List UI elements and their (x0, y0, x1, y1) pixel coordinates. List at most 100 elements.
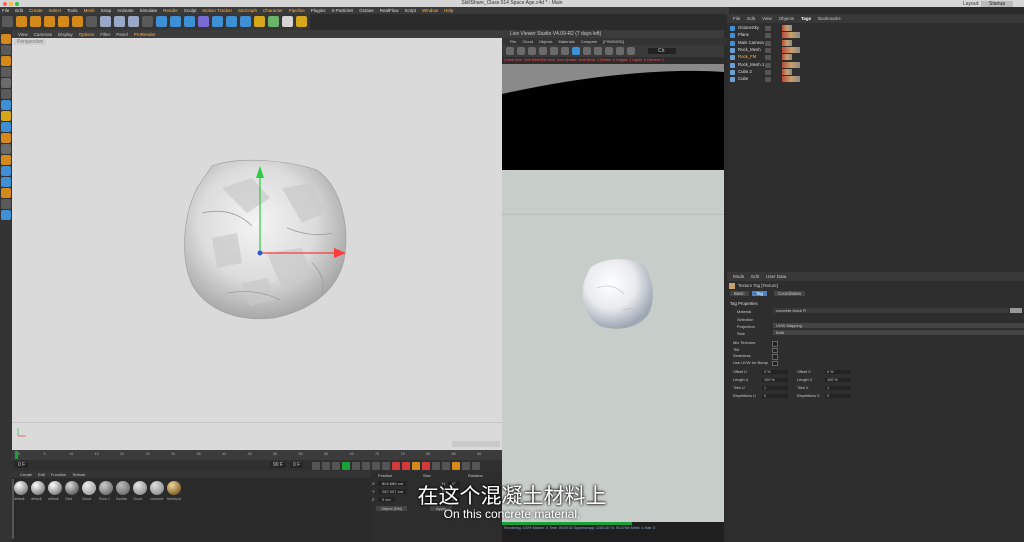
live-viewer-tool-5-icon[interactable] (561, 47, 569, 55)
live-viewer-zoom-dropdown[interactable]: Clr. (648, 48, 676, 54)
menu-render[interactable]: Render (163, 8, 178, 13)
visibility-dots[interactable] (765, 77, 771, 83)
menu-window[interactable]: Window (422, 8, 438, 13)
object-row-cube[interactable]: Cube (727, 76, 1024, 83)
undo-icon[interactable] (2, 16, 13, 27)
live-viewer-tool-1-icon[interactable] (517, 47, 525, 55)
prev-frame-icon[interactable] (332, 461, 340, 470)
object-row-rock-mesh[interactable]: Rock_Mesh (727, 46, 1024, 54)
attr-menu-edit[interactable]: Edit (751, 274, 759, 279)
menu-simulate[interactable]: Simulate (140, 8, 158, 13)
viewport-menu-filter[interactable]: Filter (100, 32, 110, 37)
left-tool-6-icon[interactable] (1, 100, 11, 110)
checkbox[interactable] (772, 347, 778, 353)
objects-menu-view[interactable]: View (762, 16, 772, 21)
object-row-rock-mesh-1[interactable]: Rock_Mesh.1 (727, 61, 1024, 69)
tag-icons[interactable] (782, 39, 792, 46)
attr-value-field[interactable]: 0 % (825, 370, 851, 374)
visibility-dots[interactable] (765, 26, 771, 31)
left-tool-11-icon[interactable] (1, 155, 11, 165)
menu-select[interactable]: Select (49, 8, 62, 13)
bulb-icon[interactable] (296, 16, 307, 27)
checkbox[interactable] (772, 360, 778, 366)
viewport-menu-view[interactable]: View (18, 32, 28, 37)
x-axis-icon[interactable] (100, 16, 111, 27)
menu-motion-tracker[interactable]: Motion Tracker (202, 8, 232, 13)
render-picture-icon[interactable] (170, 16, 181, 27)
live-viewer-menu-file[interactable]: File (510, 39, 516, 44)
object-row-rock-fm[interactable]: Rock_FM (727, 54, 1024, 61)
projection-dropdown[interactable]: UVW Mapping (773, 323, 1024, 328)
objects-menu-file[interactable]: File (733, 16, 740, 21)
record-icon[interactable] (392, 461, 400, 470)
objects-menu-bookmarks[interactable]: Bookmarks (818, 16, 841, 21)
autokey-icon[interactable] (402, 461, 410, 470)
visibility-dots[interactable] (765, 55, 771, 61)
scale-icon[interactable] (442, 461, 450, 470)
live-viewer-tool-2-icon[interactable] (528, 47, 536, 55)
next-key-icon[interactable] (362, 461, 370, 470)
attr-menu-user-data[interactable]: User Data (766, 274, 786, 279)
tag-icons[interactable] (782, 61, 800, 68)
keyframe-sel-icon[interactable] (422, 461, 430, 470)
attr-value-field[interactable]: 100 % (762, 378, 788, 382)
menu-snap[interactable]: Snap (101, 8, 112, 13)
visibility-dots[interactable] (765, 40, 771, 46)
attr-value-field[interactable]: 0 % (762, 370, 788, 374)
param-icon[interactable] (462, 461, 470, 470)
objects-menu-objects[interactable]: Objects (779, 16, 794, 21)
tag-icons[interactable] (782, 32, 800, 39)
timeline-ruler[interactable]: 0 5 10 15 20 25 30 35 40 45 50 55 60 65 70 75 80 85 90 (12, 450, 502, 460)
menu-mesh[interactable]: Mesh (84, 8, 95, 13)
scene-icon[interactable] (254, 16, 265, 27)
live-viewer-menu-objects[interactable]: Objects (539, 39, 553, 44)
menu-animate[interactable]: Animate (117, 8, 134, 13)
left-tool-16-icon[interactable] (1, 210, 11, 220)
object-row-main-camera[interactable]: Main Camera (727, 39, 1024, 47)
material-menu-create[interactable]: Create (20, 472, 32, 477)
light-icon[interactable] (282, 16, 293, 27)
viewport-menu-cameras[interactable]: Cameras (34, 32, 52, 37)
tag-icons[interactable] (782, 25, 792, 31)
tab-coordinates[interactable]: Coordinates (774, 291, 806, 296)
menu-create[interactable]: Create (29, 8, 43, 13)
rot-icon[interactable] (452, 461, 460, 470)
visibility-dots[interactable] (765, 69, 771, 75)
viewport-menu-options[interactable]: Options (79, 32, 95, 37)
viewport-menu-prorender[interactable]: ProRender (134, 32, 156, 37)
layout-dropdown[interactable]: Startup (981, 0, 1014, 7)
left-tool-1-icon[interactable] (1, 45, 11, 55)
left-tool-8-icon[interactable] (1, 122, 11, 132)
z-axis-icon[interactable] (128, 16, 139, 27)
rock-object-render[interactable] (12, 38, 502, 450)
go-end-icon[interactable] (372, 461, 380, 470)
menu-character[interactable]: Character (263, 8, 283, 13)
cube-icon[interactable] (198, 16, 209, 27)
left-tool-12-icon[interactable] (1, 166, 11, 176)
live-viewer-menu-finished[interactable]: [FINISHED] (603, 39, 624, 44)
playhead[interactable] (15, 451, 18, 459)
material-link-field[interactable]: concrete block Fl (773, 308, 1009, 313)
go-start-icon[interactable] (312, 461, 320, 470)
object-row-plane[interactable]: Plane (727, 32, 1024, 39)
pos-icon[interactable] (432, 461, 440, 470)
left-tool-9-icon[interactable] (1, 133, 11, 143)
tag-icons[interactable] (782, 46, 800, 53)
viewport-menu-display[interactable]: Display (58, 32, 73, 37)
live-viewer-tool-6-icon[interactable] (572, 47, 580, 55)
frame-end-field[interactable]: 90 F (270, 462, 287, 468)
tab-basic[interactable]: Basic (730, 291, 749, 296)
live-viewer-render[interactable] (502, 170, 724, 522)
menu-octane[interactable]: Octane (359, 8, 374, 13)
material-menu-function[interactable]: Function (51, 472, 66, 477)
render-settings-icon[interactable] (184, 16, 195, 27)
menu-sculpt[interactable]: Sculpt (184, 8, 197, 13)
play-icon[interactable] (342, 461, 350, 470)
move-icon[interactable] (16, 16, 27, 27)
live-viewer-menu-cloud[interactable]: Cloud (522, 39, 532, 44)
live-viewer-tool-10-icon[interactable] (616, 47, 624, 55)
attr-value-field[interactable]: 1 (762, 386, 788, 390)
objects-menu-edit[interactable]: Edit (747, 16, 755, 21)
menu-mograph[interactable]: MoGraph (238, 8, 257, 13)
attr-value-field[interactable]: 100 % (825, 378, 851, 382)
